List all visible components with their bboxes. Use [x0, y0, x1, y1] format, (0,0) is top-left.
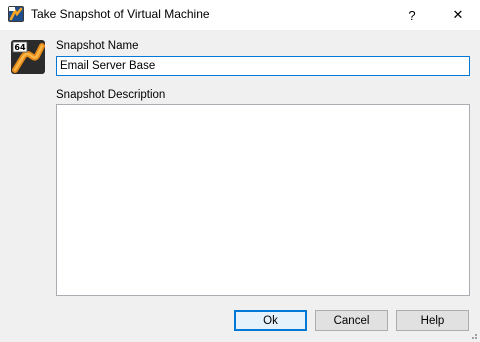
vm-badge-text: 64	[14, 43, 26, 52]
snapshot-description-textarea[interactable]	[56, 104, 470, 296]
snapshot-name-label: Snapshot Name	[56, 40, 139, 52]
title-bar[interactable]: Take Snapshot of Virtual Machine ? ✕	[0, 0, 480, 30]
cancel-button[interactable]: Cancel	[315, 310, 388, 331]
resize-grip-icon[interactable]	[468, 330, 478, 340]
snapshot-description-label: Snapshot Description	[56, 89, 166, 101]
close-button[interactable]: ✕	[436, 0, 480, 30]
title-help-button[interactable]: ?	[390, 0, 434, 30]
snapshot-dialog: Take Snapshot of Virtual Machine ? ✕ 64 …	[0, 0, 480, 342]
window-title: Take Snapshot of Virtual Machine	[31, 7, 210, 21]
ok-button[interactable]: Ok	[234, 310, 307, 331]
snapshot-name-input[interactable]	[56, 56, 470, 76]
help-button[interactable]: Help	[396, 310, 469, 331]
vm-64bit-icon: 64	[11, 40, 45, 74]
virtualbox-icon	[8, 6, 24, 22]
